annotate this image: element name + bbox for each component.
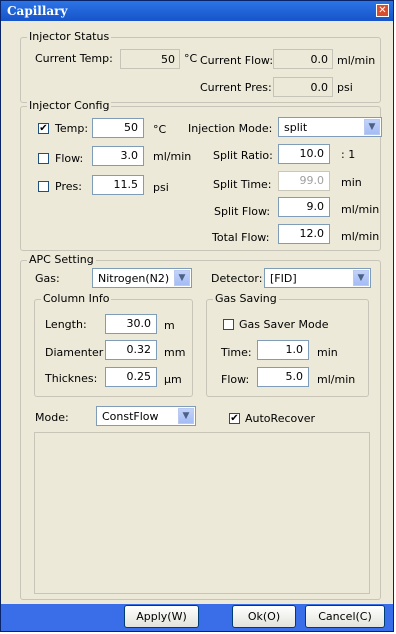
injector-config-legend: Injector Config: [27, 99, 112, 112]
cancel-button[interactable]: Cancel(C): [305, 605, 385, 628]
capillary-dialog: Capillary ✕ Injector Status Current Temp…: [0, 0, 394, 632]
thickness-label: Thicknes:: [45, 372, 98, 385]
autorecover-label: AutoRecover: [245, 412, 316, 425]
split-time-input: 99.0: [278, 171, 330, 191]
total-flow-label: Total Flow:: [212, 231, 270, 244]
flow-checkbox[interactable]: [38, 153, 49, 164]
saving-time-input[interactable]: 1.0: [257, 340, 309, 360]
injection-mode-select[interactable]: split ▼: [278, 117, 382, 137]
thickness-unit: μm: [164, 373, 182, 386]
saving-time-unit: min: [317, 346, 338, 359]
pres-label: Pres:: [55, 180, 82, 193]
flow-unit: ml/min: [153, 150, 192, 163]
autorecover-checkbox[interactable]: ✔: [229, 413, 240, 424]
detector-select[interactable]: [FID] ▼: [264, 268, 371, 288]
saving-time-label: Time:: [221, 346, 252, 359]
gas-value: Nitrogen(N2): [98, 272, 170, 285]
current-temp-unit: °C: [184, 52, 198, 65]
gas-select[interactable]: Nitrogen(N2) ▼: [92, 268, 192, 288]
injection-mode-label: Injection Mode:: [188, 122, 273, 135]
length-label: Length:: [45, 318, 87, 331]
current-temp-value: 50: [120, 49, 180, 69]
flow-input[interactable]: 3.0: [92, 146, 144, 166]
flow-label: Flow:: [55, 152, 84, 165]
temp-label: Temp:: [55, 122, 89, 135]
window-title: Capillary: [7, 4, 68, 18]
length-input[interactable]: 30.0: [105, 314, 157, 334]
split-ratio-unit: : 1: [341, 148, 356, 161]
split-ratio-input[interactable]: 10.0: [278, 144, 330, 164]
temp-input[interactable]: 50: [92, 118, 144, 138]
saving-flow-label: Flow:: [221, 373, 250, 386]
current-pres-value: 0.0: [273, 77, 333, 97]
apply-button[interactable]: Apply(W): [124, 605, 199, 628]
current-flow-unit: ml/min: [337, 54, 376, 67]
split-ratio-label: Split Ratio:: [213, 149, 273, 162]
split-flow-unit: ml/min: [341, 203, 380, 216]
length-unit: m: [164, 319, 175, 332]
total-flow-input[interactable]: 12.0: [278, 224, 330, 244]
gas-label: Gas:: [35, 272, 60, 285]
split-time-unit: min: [341, 176, 362, 189]
gas-saving-legend: Gas Saving: [213, 292, 279, 305]
gas-saver-label: Gas Saver Mode: [239, 318, 329, 331]
close-icon[interactable]: ✕: [376, 4, 389, 17]
gas-saver-checkbox[interactable]: [223, 319, 234, 330]
diameter-unit: mm: [164, 346, 186, 359]
column-info-legend: Column Info: [41, 292, 112, 305]
chevron-down-icon[interactable]: ▼: [174, 270, 190, 286]
temp-unit: °C: [153, 123, 167, 136]
saving-flow-unit: ml/min: [317, 373, 356, 386]
chevron-down-icon[interactable]: ▼: [178, 408, 194, 424]
chevron-down-icon[interactable]: ▼: [353, 270, 369, 286]
pres-checkbox[interactable]: [38, 181, 49, 192]
mode-value: ConstFlow: [102, 410, 159, 423]
temp-checkbox[interactable]: ✔: [38, 123, 49, 134]
pres-input[interactable]: 11.5: [92, 175, 144, 195]
title-bar[interactable]: Capillary ✕: [1, 1, 393, 21]
apc-setting-legend: APC Setting: [27, 253, 96, 266]
chevron-down-icon[interactable]: ▼: [364, 119, 380, 135]
diameter-label: Diamenter: [45, 346, 104, 359]
mode-select[interactable]: ConstFlow ▼: [96, 406, 196, 426]
total-flow-unit: ml/min: [341, 230, 380, 243]
split-flow-input[interactable]: 9.0: [278, 197, 330, 217]
detector-label: Detector:: [211, 272, 263, 285]
current-pres-unit: psi: [337, 81, 353, 94]
injection-mode-value: split: [284, 121, 308, 134]
injector-status-legend: Injector Status: [27, 30, 112, 43]
current-pres-label: Current Pres:: [200, 81, 272, 94]
saving-flow-input[interactable]: 5.0: [257, 367, 309, 387]
pres-unit: psi: [153, 181, 169, 194]
split-flow-label: Split Flow:: [214, 205, 271, 218]
split-time-label: Split Time:: [213, 178, 272, 191]
current-temp-label: Current Temp:: [35, 52, 113, 65]
ok-button[interactable]: Ok(O): [232, 605, 296, 628]
thickness-input[interactable]: 0.25: [105, 367, 157, 387]
diameter-input[interactable]: 0.32: [105, 340, 157, 360]
mode-label: Mode:: [35, 411, 69, 424]
graph-panel: [34, 432, 370, 594]
current-flow-value: 0.0: [273, 49, 333, 69]
current-flow-label: Current Flow:: [200, 54, 274, 67]
detector-value: [FID]: [270, 272, 297, 285]
